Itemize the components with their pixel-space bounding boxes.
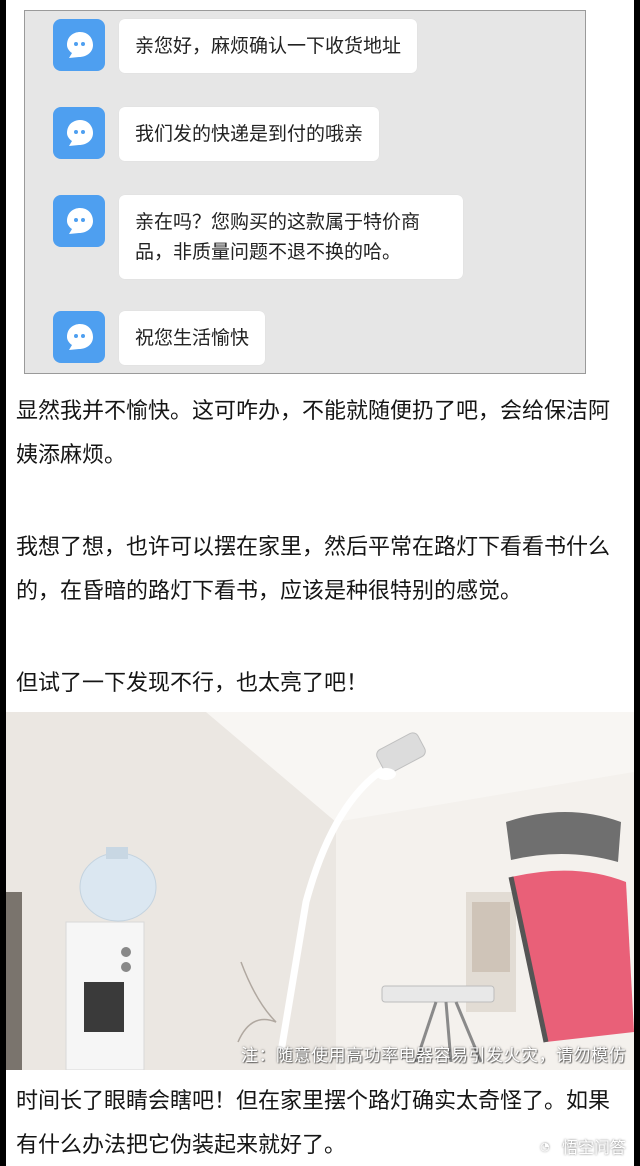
watermark-text: 悟空问答 <box>561 1138 626 1157</box>
chat-message: 亲在吗？您购买的这款属于特价商品，非质量问题不退不换的哈。 <box>53 195 463 279</box>
paragraph: 显然我并不愉快。这可咋办，不能就随便扔了吧，会给保洁阿姨添麻烦。 <box>16 399 611 468</box>
chat-message: 我们发的快递是到付的哦亲 <box>53 107 380 161</box>
photo-caption: 注：随意使用高功率电器容易引发火灾，请勿模仿 <box>241 1046 626 1066</box>
wukong-logo-icon: ◔ <box>533 1135 556 1157</box>
room-photo: 注：随意使用高功率电器容易引发火灾，请勿模仿 <box>6 712 634 1070</box>
paragraph: 但试了一下发现不行，也太亮了吧！ <box>16 671 369 696</box>
watermark: ◔ 悟空问答 <box>533 1134 626 1158</box>
paragraph: 时间长了眼睛会瞎吧！但在家里摆个路灯确实太奇怪了。如果有什么办法把它伪装起来就好… <box>16 1089 611 1158</box>
chat-message: 祝您生活愉快 <box>53 311 266 365</box>
chat-bubble: 祝您生活愉快 <box>119 311 266 365</box>
bot-avatar-icon <box>53 107 105 159</box>
chat-bubble: 亲在吗？您购买的这款属于特价商品，非质量问题不退不换的哈。 <box>119 195 463 279</box>
bot-avatar-icon <box>53 195 105 247</box>
chat-message: 亲您好，麻烦确认一下收货地址 <box>53 19 418 73</box>
chat-bubble: 亲您好，麻烦确认一下收货地址 <box>119 19 418 73</box>
paragraph: 我想了想，也许可以摆在家里，然后平常在路灯下看看书什么的，在昏暗的路灯下看书，应… <box>16 535 611 604</box>
bot-avatar-icon <box>53 19 105 71</box>
chat-screenshot: 亲您好，麻烦确认一下收货地址 我们发的快递是到付的哦亲 亲在吗？您购买的这款属于… <box>24 10 586 374</box>
article-page: 亲您好，麻烦确认一下收货地址 我们发的快递是到付的哦亲 亲在吗？您购买的这款属于… <box>0 0 640 1166</box>
chat-bubble: 我们发的快递是到付的哦亲 <box>119 107 380 161</box>
bot-avatar-icon <box>53 311 105 363</box>
